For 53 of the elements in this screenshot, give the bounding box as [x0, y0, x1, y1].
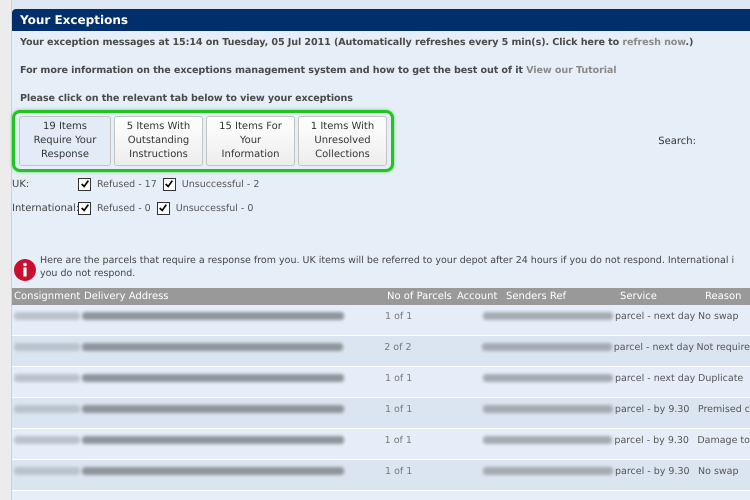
- search-label: Search:: [658, 136, 696, 146]
- redacted-text: [14, 312, 80, 320]
- tab[interactable]: 19 Items Require Your Response: [19, 116, 111, 166]
- column-header: Service: [619, 291, 658, 302]
- table-cell-text: parcel - next day: [614, 372, 696, 384]
- checkbox-label: Unsuccessful - 2: [182, 178, 260, 190]
- checkbox[interactable]: [156, 202, 170, 214]
- table-cell-text: Damage to: [697, 434, 750, 446]
- table-cell-text: Duplicate: [698, 372, 744, 384]
- table-cell-text: 1 of 1: [384, 372, 414, 384]
- table-cell-text: No swap: [698, 310, 740, 322]
- column-header: Senders Ref: [505, 291, 568, 302]
- checkbox-label: Refused - 17: [97, 178, 157, 190]
- filter-label: International:: [12, 202, 78, 214]
- tab[interactable]: 15 Items For Your Information: [206, 116, 295, 166]
- table-cell-text: 1 of 1: [384, 465, 414, 477]
- redacted-text: [14, 467, 80, 475]
- table-cell-text: parcel - next day: [614, 310, 696, 322]
- tab[interactable]: 1 Items With Unresolved Collections: [298, 116, 387, 166]
- table-cell-text: 1 of 1: [384, 310, 414, 322]
- column-header: Account: [456, 291, 498, 302]
- panel-title: Your Exceptions: [12, 9, 750, 31]
- instruction-text: Please click on the relevant tab below to view your exceptions: [20, 93, 354, 104]
- redacted-text: [14, 343, 80, 351]
- column-header: No of Parcels: [386, 291, 453, 302]
- table-cell-text: Premised c: [698, 403, 750, 415]
- table-cell-text: 1 of 1: [384, 434, 413, 446]
- info-icon: [13, 258, 37, 282]
- column-header: Reason: [704, 291, 742, 302]
- checkbox-label: Unsuccessful - 0: [176, 202, 254, 214]
- table-cell-text: parcel - by 9.30: [613, 434, 690, 446]
- notice-text: you do not respond.: [40, 267, 136, 280]
- redacted-text: [14, 374, 80, 382]
- intro-text: For more information on the exceptions management system and how to get the best out of it View our Tutorial: [20, 65, 618, 76]
- table-cell-text: parcel - by 9.30: [614, 403, 690, 415]
- table-cell-text: 1 of 1: [384, 403, 414, 415]
- notice-text: Here are the parcels that require a response from you. UK items will be referred to your depot after 24 hours if you do not respond. International i: [40, 254, 734, 267]
- redacted-text: [14, 405, 80, 413]
- redacted-text: [14, 436, 80, 444]
- filter-label: UK:: [12, 178, 30, 190]
- intro-text: Your exception messages at 15:14 on Tuesday, 05 Jul 2011 (Automatically refreshes every 5 min(s). Click here to refresh now.): [20, 37, 694, 48]
- column-header: Consignment: [13, 291, 82, 302]
- table-cell-text: parcel - by 9.30: [614, 465, 691, 477]
- checkbox[interactable]: [162, 178, 176, 190]
- table-cell-text: parcel - next day: [612, 341, 696, 353]
- table-cell-text: No swap: [698, 465, 740, 477]
- column-header: Delivery Address: [83, 291, 170, 302]
- checkbox[interactable]: [78, 178, 91, 190]
- table-cell-text: Not require: [696, 341, 750, 353]
- checkbox[interactable]: [78, 202, 91, 214]
- table-cell-text: 2 of 2: [383, 341, 413, 353]
- checkbox-label: Refused - 0: [97, 202, 151, 214]
- tab[interactable]: 5 Items With Outstanding Instructions: [114, 116, 203, 166]
